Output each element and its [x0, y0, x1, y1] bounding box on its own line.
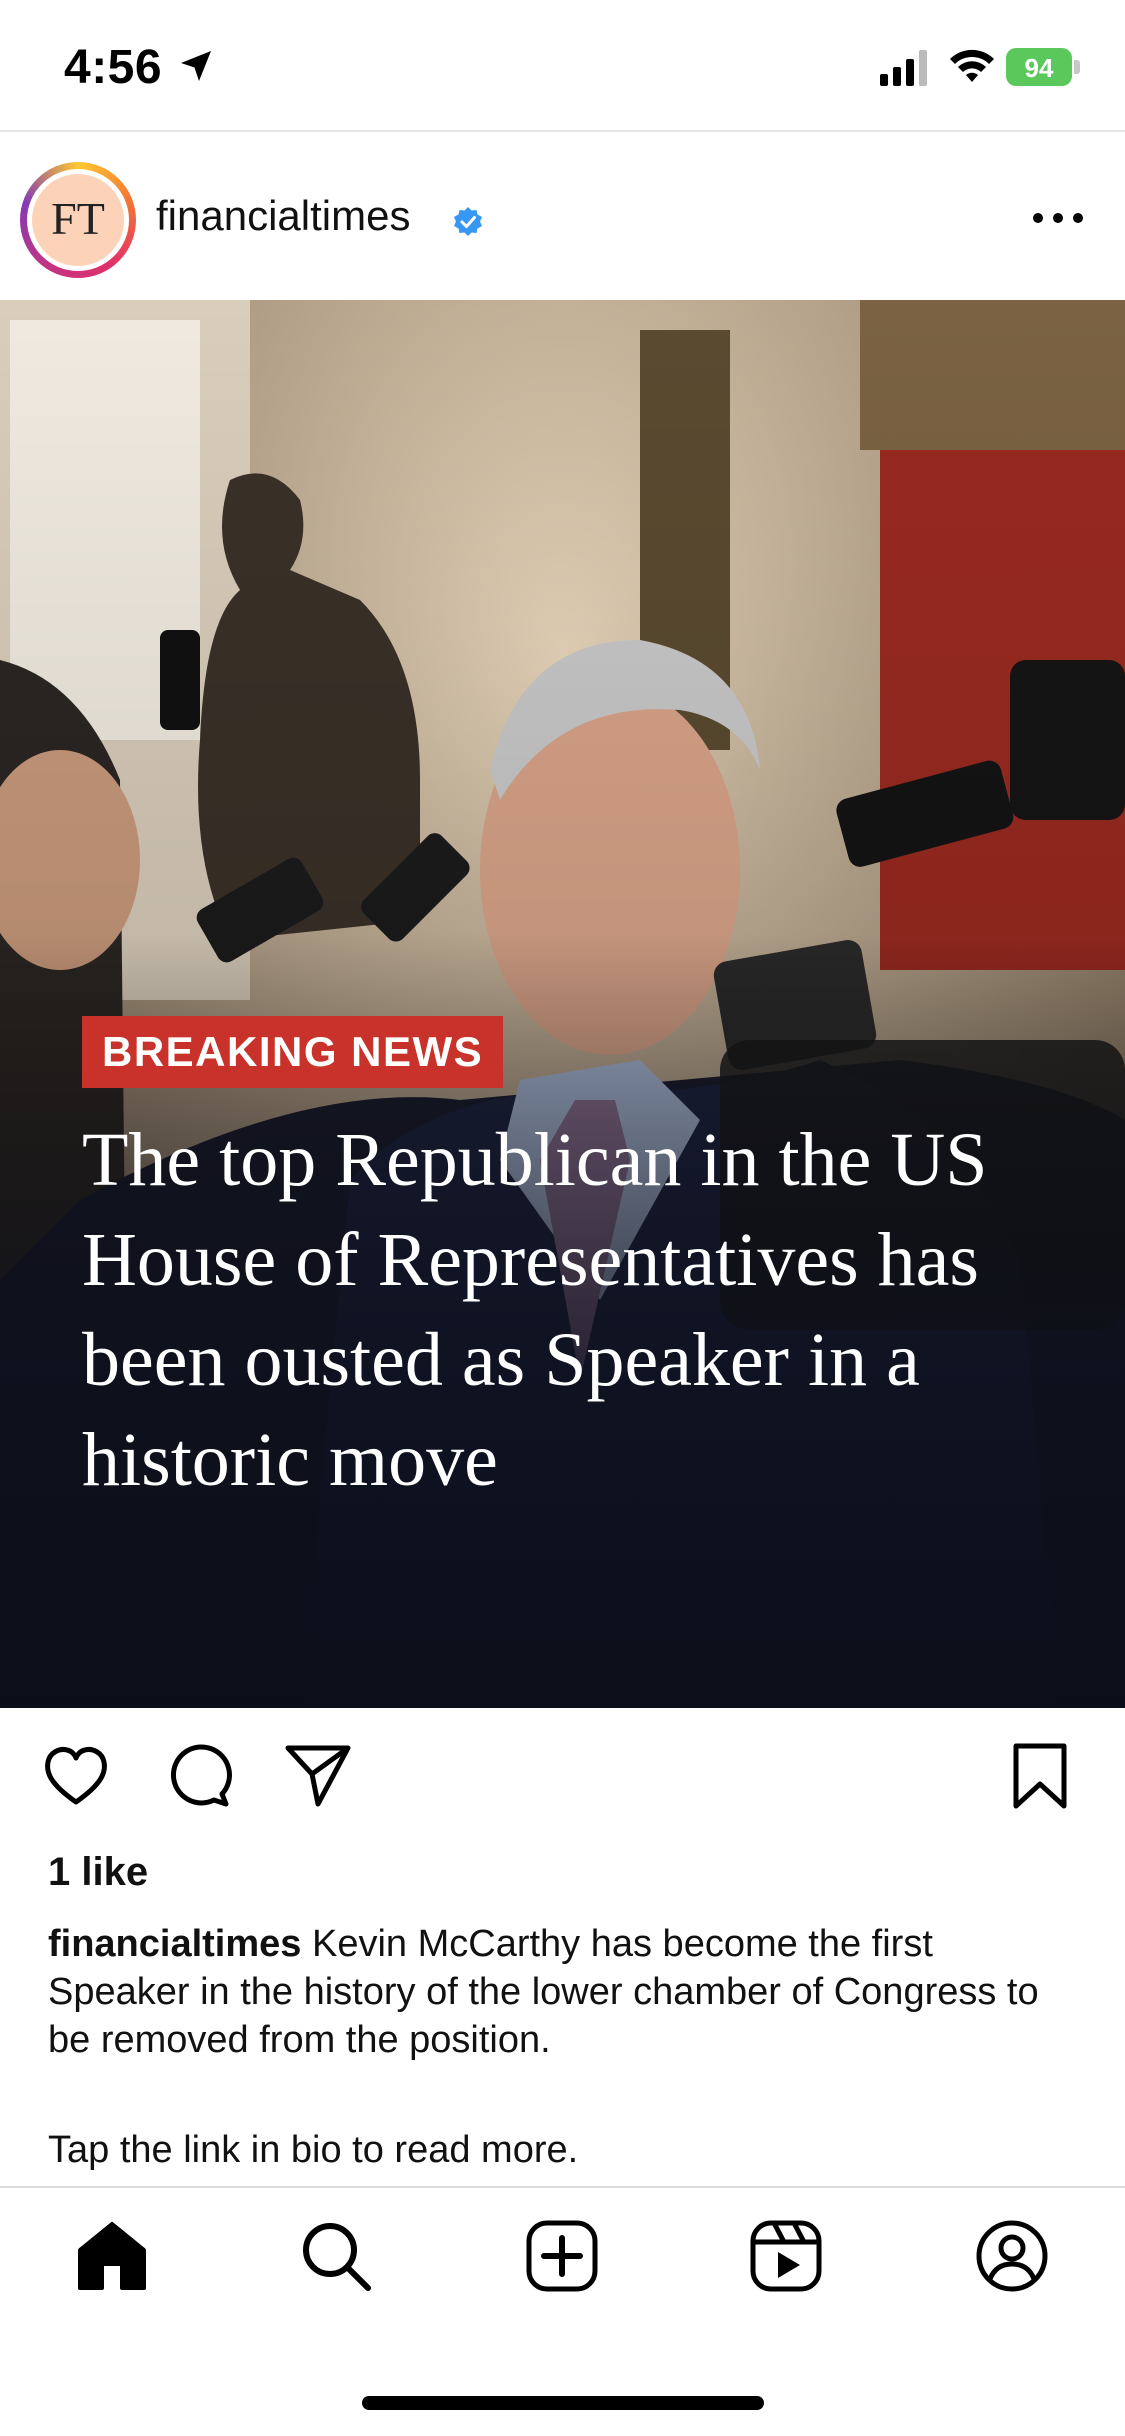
likes-count[interactable]: 1 like — [48, 1850, 148, 1895]
post-actions — [0, 1740, 1125, 1820]
post-headline: The top Republican in the US House of Re… — [82, 1118, 988, 1502]
comment-icon[interactable] — [162, 1740, 234, 1812]
post-username[interactable]: financialtimes — [156, 192, 410, 240]
home-indicator[interactable] — [362, 2396, 764, 2410]
reels-icon[interactable] — [748, 2218, 824, 2294]
profile-icon[interactable] — [974, 2218, 1050, 2294]
caption-username[interactable]: financialtimes — [48, 1923, 301, 1965]
create-icon[interactable] — [524, 2218, 600, 2294]
status-bar: 4:56 94 — [0, 0, 1125, 132]
verified-badge-icon — [454, 207, 482, 236]
battery-icon: 94 — [1006, 48, 1082, 88]
more-options-icon[interactable] — [1030, 206, 1086, 230]
bookmark-icon[interactable] — [1004, 1740, 1076, 1812]
search-icon[interactable] — [298, 2218, 374, 2294]
post-caption: financialtimes Kevin McCarthy has become… — [48, 1920, 1078, 2064]
divider — [0, 130, 1125, 132]
caption-more-text: Tap the link in bio to read more. — [48, 2129, 579, 2171]
share-icon[interactable] — [282, 1740, 354, 1812]
cellular-signal-icon — [880, 50, 927, 86]
battery-percentage: 94 — [1024, 53, 1054, 83]
post-header: FT financialtimes — [0, 140, 1125, 300]
breaking-news-badge: BREAKING NEWS — [82, 1016, 504, 1088]
heart-icon[interactable] — [40, 1740, 112, 1812]
location-arrow-icon — [181, 51, 211, 81]
wifi-icon — [950, 49, 994, 82]
avatar-logo-text: FT — [51, 193, 105, 244]
post-image[interactable]: BREAKING NEWS The top Republican in the … — [0, 300, 1125, 1708]
clock-time: 4:56 — [64, 41, 163, 94]
home-icon[interactable] — [74, 2218, 150, 2294]
